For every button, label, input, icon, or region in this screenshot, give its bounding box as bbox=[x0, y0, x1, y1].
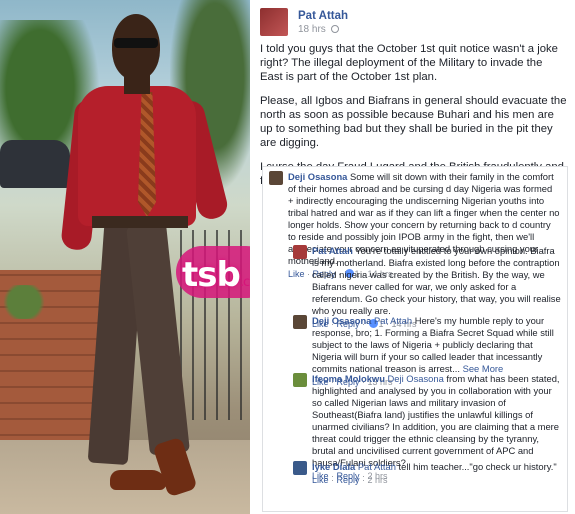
man-belt bbox=[92, 216, 188, 228]
comment-mention[interactable]: Deji Osasona bbox=[388, 373, 444, 384]
comment-mention[interactable]: Pat Attah bbox=[374, 315, 412, 326]
globe-icon bbox=[330, 25, 339, 33]
comment-author[interactable]: Pat Attah bbox=[312, 245, 353, 256]
post-meta: 18 hrs bbox=[298, 24, 339, 35]
post-paragraph: Please, all Igbos and Biafrans in genera… bbox=[260, 95, 567, 149]
avatar[interactable] bbox=[293, 315, 307, 329]
comment-text: from what has been stated, highlighted a… bbox=[312, 373, 560, 468]
post-time[interactable]: 18 hrs bbox=[298, 24, 326, 35]
man-shoe bbox=[110, 470, 166, 490]
post-author[interactable]: Pat Attah bbox=[298, 10, 348, 22]
comment-author[interactable]: Deji Osasona bbox=[288, 171, 347, 182]
avatar[interactable] bbox=[293, 461, 307, 475]
comment-actions: Like · Reply · 2 hrs bbox=[312, 475, 388, 485]
avatar[interactable] bbox=[293, 245, 307, 259]
comment-time[interactable]: 2 hrs bbox=[368, 475, 388, 485]
sunglasses bbox=[114, 38, 158, 48]
like-link[interactable]: Like bbox=[288, 269, 305, 279]
comment-author[interactable]: Deji Osasona bbox=[312, 315, 371, 326]
comment-mention[interactable]: Pat Attah bbox=[358, 461, 396, 472]
plant-pot bbox=[0, 285, 48, 319]
post-photo[interactable]: tsb.com.ng bbox=[0, 0, 250, 514]
man-shirt bbox=[78, 86, 196, 226]
comment-author[interactable]: Ifeoma Molokwu bbox=[312, 373, 385, 384]
avatar[interactable] bbox=[293, 373, 307, 387]
parked-car bbox=[0, 140, 70, 188]
comment-text: tell him teacher..."go check ur history.… bbox=[398, 461, 557, 472]
reply-link[interactable]: Reply bbox=[337, 475, 360, 485]
site-watermark: tsb.com.ng bbox=[182, 255, 250, 295]
comments-section: Deji Osasona Some will sit down with the… bbox=[262, 166, 568, 512]
like-link[interactable]: Like bbox=[312, 475, 329, 485]
comment-author[interactable]: Iyke Diala bbox=[312, 461, 355, 472]
post-paragraph: I told you guys that the October 1st qui… bbox=[260, 43, 558, 83]
avatar[interactable] bbox=[269, 171, 283, 185]
post-header: Pat Attah 18 hrs bbox=[260, 8, 560, 36]
avatar[interactable] bbox=[260, 8, 288, 36]
